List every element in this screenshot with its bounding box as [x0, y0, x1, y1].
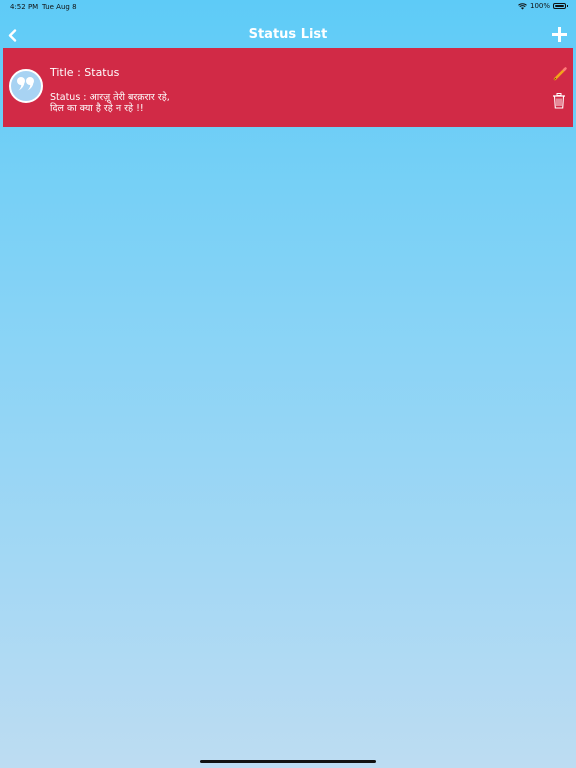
status-time: 4:52 PM	[10, 3, 39, 11]
edit-status-button[interactable]	[552, 66, 568, 82]
pencil-icon	[552, 67, 568, 86]
status-list-item[interactable]: Title : Status Status : आरज़ू तेरी बरक़र…	[3, 48, 573, 127]
status-bar: 4:52 PM Tue Aug 8 100%	[0, 0, 576, 14]
status-date: Tue Aug 8	[42, 3, 77, 11]
battery-percentage: 100%	[529, 2, 550, 10]
plus-icon	[551, 26, 567, 46]
page-title: Status List	[248, 27, 328, 42]
navigation-bar: Status List	[0, 22, 576, 50]
status-text: Status : आरज़ू तेरी बरक़रार रहे, दिल का …	[50, 92, 170, 114]
quote-avatar	[9, 69, 43, 103]
add-status-button[interactable]	[550, 26, 568, 46]
home-indicator[interactable]	[200, 760, 376, 763]
battery-icon	[553, 3, 568, 9]
quote-icon	[16, 76, 36, 96]
trash-icon	[552, 93, 566, 113]
status-title: Title : Status	[50, 66, 120, 79]
status-indicators: 100%	[518, 2, 568, 10]
delete-status-button[interactable]	[552, 93, 568, 109]
wifi-icon	[518, 2, 527, 10]
